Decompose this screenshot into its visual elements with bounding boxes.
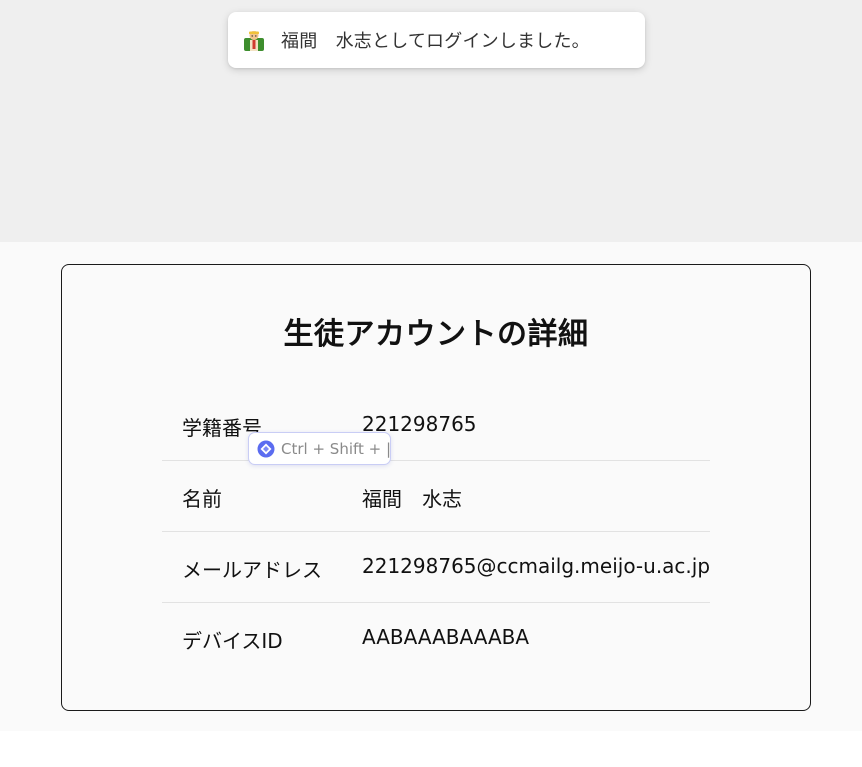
assistant-logo-icon — [257, 440, 275, 458]
row-label: デバイスID — [182, 629, 283, 653]
login-toast: 福間 水志としてログインしました。 — [228, 12, 645, 68]
student-avatar-icon — [244, 29, 264, 51]
row-label: 名前 — [182, 487, 222, 511]
table-row-email: メールアドレス 221298765@ccmailg.meijo-u.ac.jp — [162, 532, 710, 603]
row-label: メールアドレス — [182, 558, 322, 582]
shortcut-hint-chip[interactable]: Ctrl + Shift + | — [248, 432, 391, 465]
row-value: AABAAABAAABA — [362, 625, 530, 649]
toast-message: 福間 水志としてログインしました。 — [281, 31, 590, 52]
bottom-background — [0, 731, 862, 767]
row-value: 福間 水志 — [362, 487, 462, 511]
shortcut-text: Ctrl + Shift + | — [281, 439, 392, 458]
table-row-name: 名前 福間 水志 — [162, 461, 710, 532]
table-row-student-id: 学籍番号 221298765 — [162, 390, 710, 461]
details-table: 学籍番号 221298765 名前 福間 水志 メールアドレス 22129876… — [162, 390, 710, 673]
student-account-card: 生徒アカウントの詳細 学籍番号 221298765 名前 福間 水志 メールアド… — [61, 264, 811, 711]
page-title: 生徒アカウントの詳細 — [283, 317, 589, 352]
row-value: 221298765@ccmailg.meijo-u.ac.jp — [362, 554, 711, 578]
table-row-device-id: デバイスID AABAAABAAABA — [162, 603, 710, 673]
